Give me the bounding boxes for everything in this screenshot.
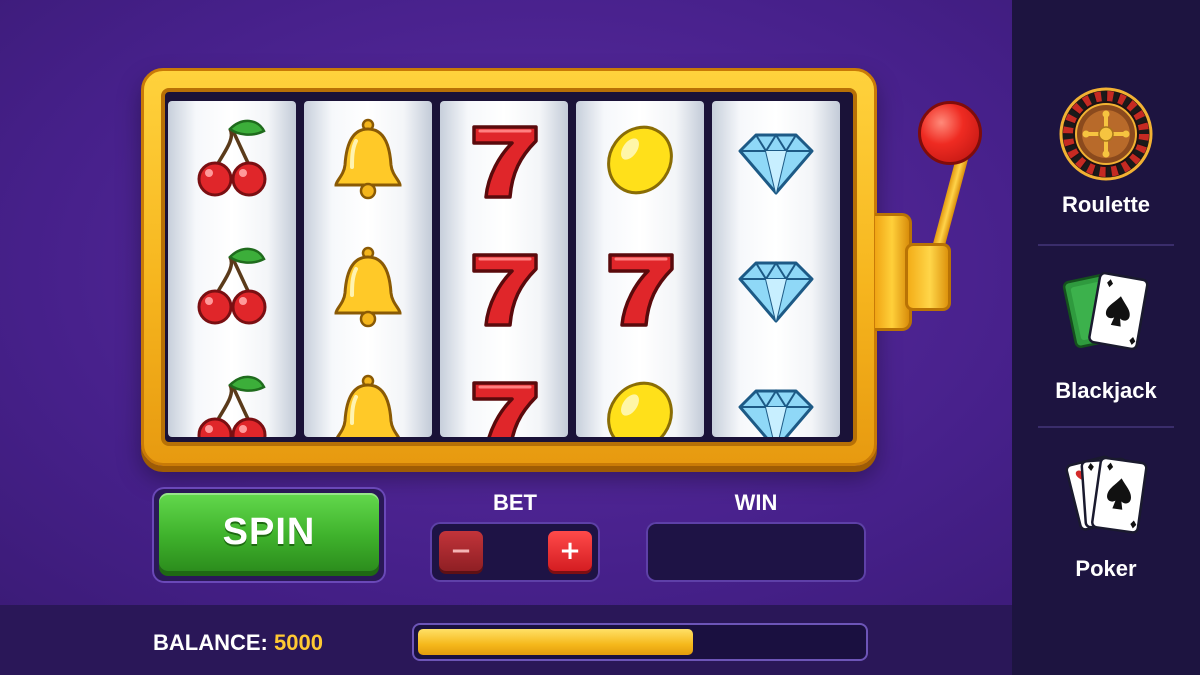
bet-decrease-button[interactable]: − [439,531,483,571]
bell-symbol-icon [335,374,401,437]
balance-progress-bar [412,623,868,661]
sidebar-divider [1038,426,1174,428]
slot-machine-cabinet [141,68,877,466]
spin-button[interactable]: SPIN [159,493,379,571]
lever-knob[interactable] [918,101,982,165]
sidebar-item-blackjack[interactable]: Blackjack [1012,268,1200,404]
sidebar-item-poker[interactable]: Poker [1012,452,1200,582]
reel-3 [440,101,568,437]
blackjack-cards-icon [1062,271,1149,351]
cherry-symbol-icon [197,119,267,197]
win-label: WIN [734,490,778,515]
bet-control: − + [430,522,600,582]
bottom-bar: BALANCE: 5000 [0,605,1012,675]
slot-game-area: SPIN BET − + WIN BALANCE: 5000 [0,0,1012,675]
win-display [646,522,866,582]
reel-4 [576,101,704,437]
reel-5 [712,101,840,437]
sidebar-item-label: Roulette [1062,192,1150,217]
balance-label: BALANCE: [153,630,268,655]
balance-value: 5000 [274,630,323,655]
lemon-symbol-icon [607,125,673,195]
bet-label: BET [493,490,537,515]
reel-window [161,88,857,446]
bell-symbol-icon [334,246,402,328]
roulette-wheel-icon [1059,87,1153,181]
lemon-symbol-icon [607,381,673,437]
balance-progress-fill [418,629,694,655]
seven-symbol-icon [472,125,538,199]
bell-symbol-icon [334,118,402,200]
seven-symbol-icon [608,253,674,327]
sidebar-item-label: Poker [1075,556,1137,581]
balance-display: BALANCE: 5000 [153,630,323,656]
reel-2 [304,101,432,437]
diamond-symbol-icon [738,261,814,323]
lever-base [905,243,951,311]
sidebar-divider [1038,244,1174,246]
diamond-symbol-icon [738,389,814,437]
sidebar-item-roulette[interactable]: Roulette [1012,86,1200,218]
seven-symbol-icon [472,381,538,437]
poker-cards-icon [1065,455,1148,534]
game-sidebar: Roulette Blackjack Poker [1012,0,1200,675]
cherry-symbol-icon [197,247,267,325]
seven-symbol-icon [472,253,538,327]
reel-1 [168,101,296,437]
sidebar-item-label: Blackjack [1055,378,1157,403]
diamond-symbol-icon [738,133,814,195]
cherry-symbol-icon [197,375,267,437]
bet-increase-button[interactable]: + [548,531,592,571]
spin-button-frame: SPIN [152,487,386,583]
